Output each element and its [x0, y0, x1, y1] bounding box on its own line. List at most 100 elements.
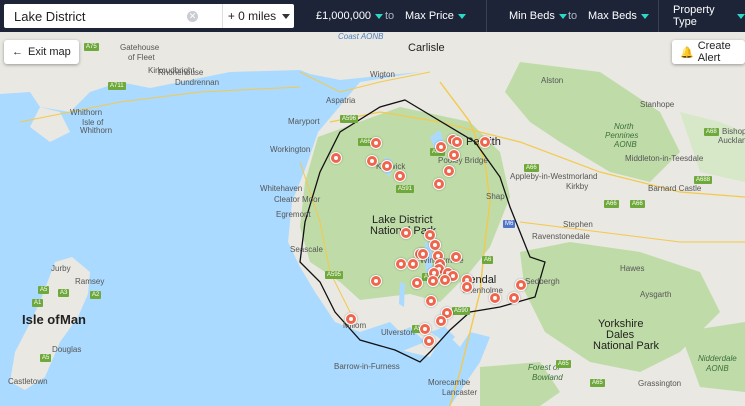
beds-to-label: to [568, 10, 578, 22]
property-marker[interactable] [330, 152, 342, 164]
map-label: Isle of [22, 312, 60, 327]
property-marker[interactable] [433, 178, 445, 190]
max-beds-value: Max Beds [588, 10, 637, 22]
map-label: Morecambe [428, 378, 471, 387]
chevron-down-icon [457, 13, 466, 19]
min-price-select[interactable]: £1,000,000 [316, 0, 384, 32]
property-marker[interactable] [435, 315, 447, 327]
road-shield: M6 [503, 220, 516, 228]
map-label: Stephen [563, 220, 593, 229]
property-marker[interactable] [366, 155, 378, 167]
map-label: Shap [486, 192, 505, 201]
max-price-value: Max Price [405, 10, 454, 22]
map-label: Middleton-in-Teesdale [625, 154, 704, 163]
property-marker[interactable] [443, 165, 455, 177]
road-shield: A66 [630, 200, 645, 208]
map-label: North [614, 122, 634, 131]
road-shield: A596 [340, 115, 359, 123]
min-beds-select[interactable]: Min Beds [509, 0, 567, 32]
map-label: Dundrennan [175, 78, 220, 87]
road-shield: A591 [396, 185, 415, 193]
property-marker[interactable] [370, 137, 382, 149]
road-shield: A6 [482, 256, 494, 264]
road-shield: A5 [40, 354, 52, 362]
map-label: Castletown [8, 377, 48, 386]
property-marker[interactable] [448, 149, 460, 161]
max-price-select[interactable]: Max Price [405, 0, 466, 32]
map-label: Jurby [51, 264, 71, 273]
location-input[interactable] [12, 7, 186, 25]
property-type-select[interactable]: Property Type [673, 0, 745, 32]
property-marker[interactable] [381, 160, 393, 172]
map-label: Alston [541, 76, 564, 85]
property-marker[interactable] [394, 170, 406, 182]
map-label: Bowland [532, 373, 563, 382]
road-shield: A590 [452, 307, 471, 315]
chevron-down-icon [737, 13, 745, 19]
map-label: Lancaster [442, 388, 478, 397]
filter-bar: ✕ + 0 miles £1,000,000 to Max Price Min … [0, 0, 745, 32]
road-shield: A595 [325, 271, 344, 279]
property-marker[interactable] [417, 248, 429, 260]
chevron-down-icon [375, 13, 384, 19]
chevron-down-icon [282, 13, 291, 19]
property-marker[interactable] [411, 277, 423, 289]
min-beds-value: Min Beds [509, 10, 555, 22]
map-label: Rhonehouse [158, 68, 204, 77]
map-label: Maryport [288, 117, 320, 126]
map-label: Auckland [718, 136, 745, 145]
property-marker[interactable] [450, 251, 462, 263]
map-label: Aysgarth [640, 290, 672, 299]
property-marker[interactable] [395, 258, 407, 270]
map-label: Barnard Castle [648, 184, 702, 193]
map-label: Kirkby [566, 182, 589, 191]
property-marker[interactable] [423, 335, 435, 347]
map-label: Ulverston [381, 328, 415, 337]
property-marker[interactable] [451, 136, 463, 148]
property-marker[interactable] [370, 275, 382, 287]
map-label: National Park [593, 340, 660, 352]
property-marker[interactable] [419, 323, 431, 335]
map-label: Stanhope [640, 100, 675, 109]
property-marker[interactable] [439, 274, 451, 286]
map-label: Douglas [52, 345, 82, 354]
property-marker[interactable] [400, 227, 412, 239]
property-type-value: Property Type [673, 4, 715, 28]
map-label: Gatehouse [120, 43, 160, 52]
road-shield: A1 [32, 299, 44, 307]
road-shield: A2 [90, 291, 102, 299]
road-shield: A711 [108, 82, 126, 90]
map-label: Aspatria [326, 96, 356, 105]
road-shield: A66 [524, 164, 539, 172]
bell-icon: 🔔 [680, 46, 694, 59]
property-marker[interactable] [407, 258, 419, 270]
radius-value: + 0 miles [227, 9, 277, 23]
map-label: Man [60, 312, 86, 327]
map-label: Ravenstonedale [532, 232, 590, 241]
map-label: Sedbergh [525, 277, 560, 286]
map-view[interactable]: ← Exit map 🔔 Create Alert Coast AONB Car… [0, 32, 745, 406]
property-marker[interactable] [508, 292, 520, 304]
map-label: Grassington [638, 379, 682, 388]
property-marker[interactable] [461, 281, 473, 293]
max-beds-select[interactable]: Max Beds [588, 0, 649, 32]
property-marker[interactable] [425, 295, 437, 307]
map-label: Nidderdale [698, 354, 737, 363]
map-label: Forest of [528, 363, 560, 372]
clear-icon[interactable]: ✕ [187, 11, 198, 22]
location-search: ✕ + 0 miles [4, 4, 294, 28]
map-label: Ramsey [75, 277, 105, 286]
map-label: Coast AONB [338, 32, 384, 41]
property-marker[interactable] [427, 275, 439, 287]
property-marker[interactable] [515, 279, 527, 291]
property-marker[interactable] [489, 292, 501, 304]
create-alert-button[interactable]: 🔔 Create Alert [672, 40, 745, 64]
map-label: Barrow-in-Furness [334, 362, 400, 371]
map-label: Seascale [290, 245, 323, 254]
property-marker[interactable] [345, 313, 357, 325]
property-marker[interactable] [479, 136, 491, 148]
road-shield: A3 [58, 289, 70, 297]
exit-map-button[interactable]: ← Exit map [4, 40, 79, 64]
radius-select[interactable]: + 0 miles [222, 4, 295, 28]
property-marker[interactable] [435, 141, 447, 153]
